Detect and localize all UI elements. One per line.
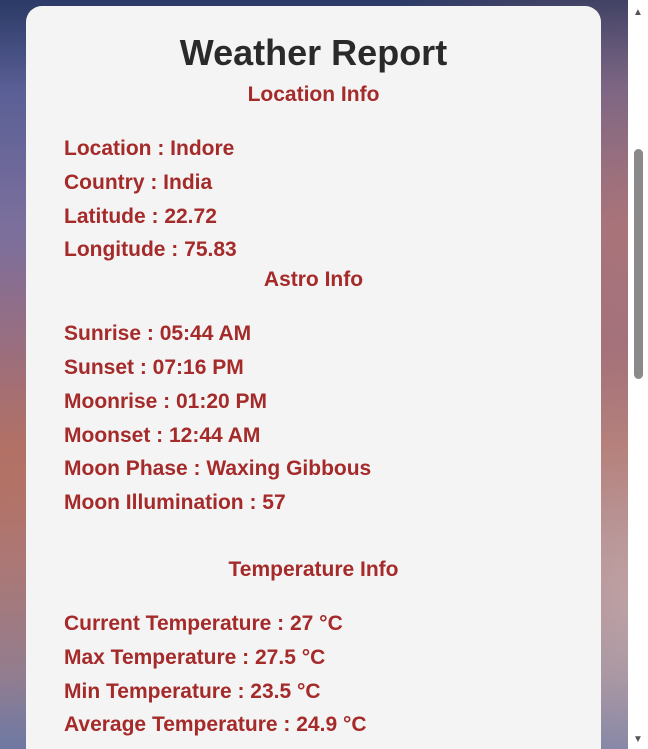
location-info-list: Location : Indore Country : India Latitu… — [64, 132, 563, 267]
temperature-info-list: Current Temperature : 27 °C Max Temperat… — [64, 607, 563, 742]
temperature-info-heading: Temperature Info — [228, 557, 399, 581]
current-temperature-row: Current Temperature : 27 °C — [64, 611, 343, 635]
latitude-row: Latitude : 22.72 — [64, 204, 217, 228]
location-info-heading: Location Info — [247, 83, 380, 106]
min-temperature-row: Min Temperature : 23.5 °C — [64, 679, 321, 703]
sunrise-row: Sunrise : 05:44 AM — [64, 322, 252, 346]
scroll-up-arrow-icon[interactable]: ▲ — [628, 2, 648, 22]
sunset-row: Sunset : 07:16 PM — [64, 355, 244, 379]
vertical-scrollbar[interactable]: ▲ ▼ — [628, 0, 648, 749]
astro-info-list: Sunrise : 05:44 AM Sunset : 07:16 PM Moo… — [64, 317, 563, 520]
location-row: Location : Indore — [64, 137, 235, 160]
moon-illumination-row: Moon Illumination : 57 — [64, 491, 286, 515]
moonset-row: Moonset : 12:44 AM — [64, 423, 261, 447]
page-title: Weather Report — [179, 32, 448, 73]
max-temperature-row: Max Temperature : 27.5 °C — [64, 645, 326, 669]
longitude-row: Longitude : 75.83 — [64, 238, 237, 262]
scroll-down-arrow-icon[interactable]: ▼ — [628, 729, 648, 749]
scrollbar-thumb[interactable] — [634, 149, 643, 380]
astro-info-heading: Astro Info — [263, 268, 364, 292]
moonrise-row: Moonrise : 01:20 PM — [64, 389, 268, 413]
weather-report-card: Weather Report Location Info Location : … — [26, 6, 601, 749]
moon-phase-row: Moon Phase : Waxing Gibbous — [64, 457, 372, 481]
country-row: Country : India — [64, 170, 213, 194]
average-temperature-row: Average Temperature : 24.9 °C — [64, 713, 367, 737]
